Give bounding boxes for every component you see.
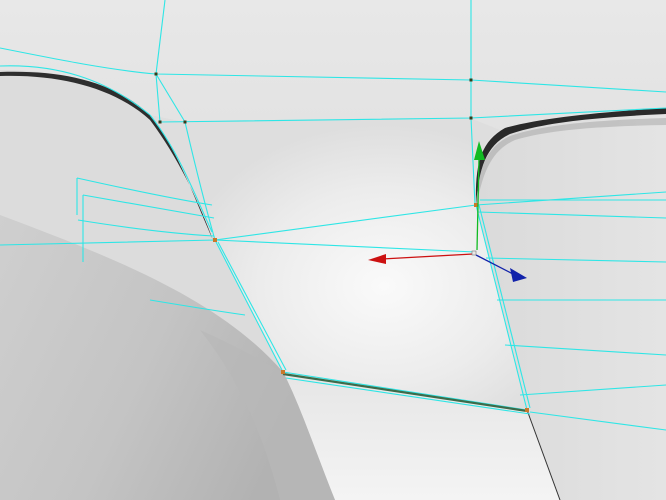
3d-viewport[interactable] [0, 0, 666, 500]
gizmo-center-handle[interactable] [471, 250, 477, 256]
scene-canvas[interactable] [0, 0, 666, 500]
